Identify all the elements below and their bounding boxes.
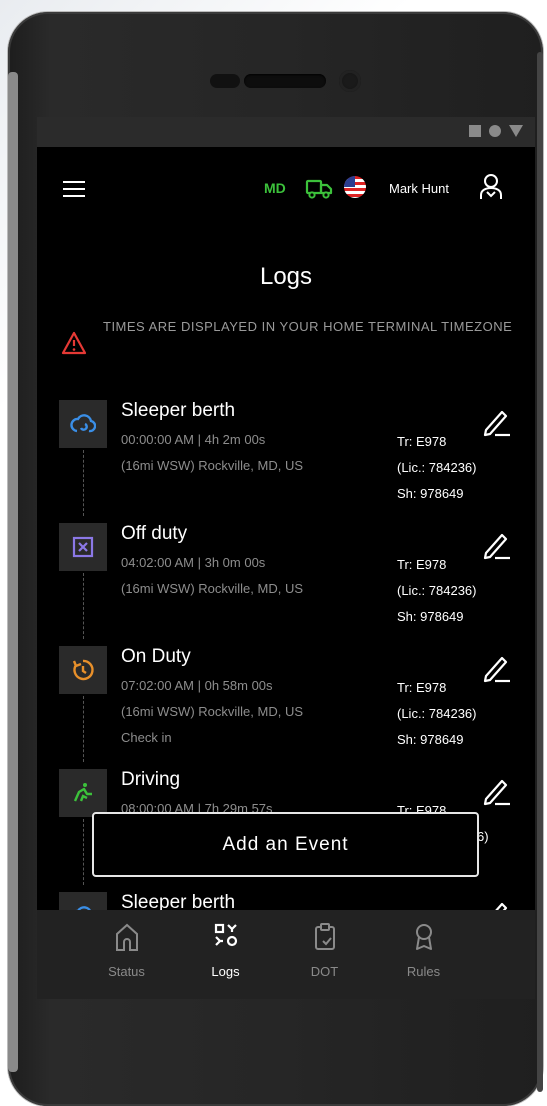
- nav-status[interactable]: Status: [77, 910, 176, 999]
- event-time: 07:02:00 AM | 0h 58m 00s: [121, 678, 273, 693]
- earpiece: [244, 74, 326, 88]
- screen: MD Mark Hunt Logs TIMES ARE DISPLAYED IN…: [37, 117, 535, 999]
- event-shipping: Sh: 978649: [397, 609, 464, 624]
- event-shipping: Sh: 978649: [397, 486, 464, 501]
- log-event[interactable]: On Duty 07:02:00 AM | 0h 58m 00s (16mi W…: [37, 640, 535, 763]
- timezone-notice: TIMES ARE DISPLAYED IN YOUR HOME TERMINA…: [55, 317, 525, 377]
- event-location: (16mi WSW) Rockville, MD, US: [121, 458, 304, 473]
- event-title: Driving: [121, 769, 181, 790]
- status-icons: [469, 125, 523, 137]
- clipboard-icon: [314, 923, 335, 950]
- timeline-connector: [83, 573, 84, 639]
- event-time: 00:00:00 AM | 4h 2m 00s: [121, 432, 266, 447]
- event-title: On Duty: [121, 646, 191, 667]
- event-truck: Tr: E978: [397, 680, 447, 695]
- event-license: (Lic.: 784236): [397, 583, 477, 598]
- edit-icon[interactable]: [481, 406, 513, 438]
- menu-icon[interactable]: [63, 181, 85, 197]
- driving-icon: [59, 769, 107, 817]
- app-header: MD Mark Hunt: [37, 147, 535, 233]
- event-truck: Tr: E978: [397, 557, 447, 572]
- event-truck: Tr: E978: [397, 434, 447, 449]
- android-status-bar: [37, 117, 535, 147]
- phone-side-edge: [8, 72, 18, 1072]
- home-icon: [115, 923, 138, 951]
- log-event[interactable]: Off duty 04:02:00 AM | 3h 0m 00s (16mi W…: [37, 517, 535, 640]
- timeline-connector: [83, 819, 84, 885]
- event-shipping: Sh: 978649: [397, 732, 464, 747]
- user-name[interactable]: Mark Hunt: [389, 181, 449, 196]
- event-license: (Lic.: 784236): [397, 460, 477, 475]
- edit-icon[interactable]: [481, 529, 513, 561]
- event-location: (16mi WSW) Rockville, MD, US: [121, 581, 304, 596]
- truck-icon: [305, 179, 333, 199]
- event-list: Sleeper berth 00:00:00 AM | 4h 2m 00s (1…: [37, 394, 535, 999]
- event-title: Off duty: [121, 523, 188, 544]
- proximity-sensor: [210, 74, 240, 88]
- warning-icon: [61, 331, 87, 355]
- logs-icon: [214, 923, 237, 947]
- off-duty-icon: [59, 523, 107, 571]
- nav-label: Status: [108, 964, 145, 979]
- state-code: MD: [264, 180, 286, 196]
- back-triangle-icon: [509, 125, 523, 137]
- timeline-connector: [83, 696, 84, 762]
- sleeper-berth-icon: [59, 400, 107, 448]
- nav-label: Logs: [211, 964, 240, 979]
- edit-icon[interactable]: [481, 775, 513, 807]
- user-profile-icon[interactable]: [477, 171, 505, 203]
- phone-right-edge: [537, 52, 543, 1092]
- add-event-button[interactable]: Add an Event: [92, 812, 479, 877]
- page-title: Logs: [259, 263, 313, 290]
- log-event[interactable]: Sleeper berth 00:00:00 AM | 4h 2m 00s (1…: [37, 394, 535, 517]
- recents-icon: [469, 125, 481, 137]
- nav-label: Rules: [406, 964, 441, 979]
- front-camera: [339, 70, 361, 92]
- nav-label: DOT: [310, 964, 339, 979]
- on-duty-icon: [59, 646, 107, 694]
- event-time: 04:02:00 AM | 3h 0m 00s: [121, 555, 266, 570]
- nav-rules[interactable]: Rules: [374, 910, 473, 999]
- event-license: (Lic.: 784236): [397, 706, 477, 721]
- award-icon: [415, 924, 432, 950]
- timeline-connector: [83, 450, 84, 516]
- event-note: Check in: [121, 730, 172, 745]
- us-flag-icon[interactable]: [344, 176, 366, 198]
- nav-dot[interactable]: DOT: [275, 910, 374, 999]
- bottom-navigation: Status Logs DOT Rules: [37, 910, 535, 999]
- edit-icon[interactable]: [481, 652, 513, 684]
- home-dot-icon: [489, 125, 501, 137]
- notice-text: TIMES ARE DISPLAYED IN YOUR HOME TERMINA…: [103, 319, 513, 334]
- event-title: Sleeper berth: [121, 400, 236, 421]
- event-location: (16mi WSW) Rockville, MD, US: [121, 704, 304, 719]
- nav-logs[interactable]: Logs: [176, 910, 275, 999]
